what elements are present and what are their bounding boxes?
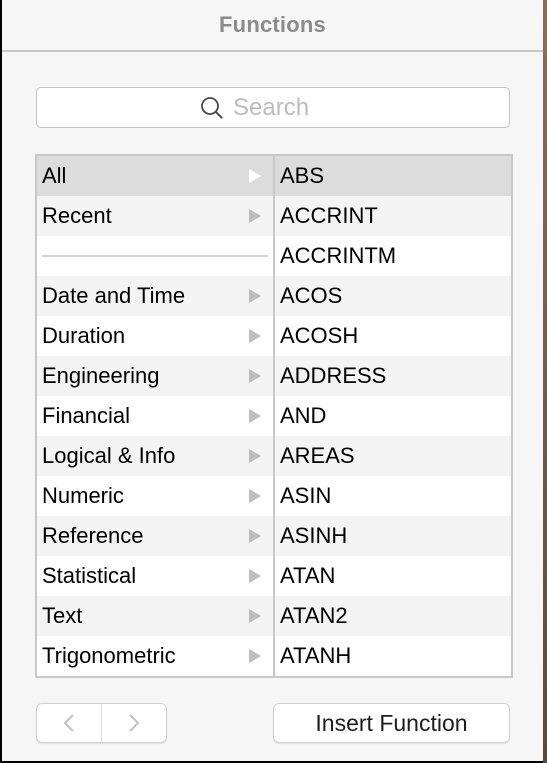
- search-input[interactable]: [233, 93, 333, 122]
- category-label: Numeric: [42, 483, 124, 508]
- history-nav: [36, 703, 167, 743]
- disclosure-arrow-icon: [249, 209, 261, 223]
- disclosure-arrow-icon: [249, 409, 261, 423]
- disclosure-arrow-icon: [249, 289, 261, 303]
- category-item[interactable]: All: [37, 156, 273, 196]
- window-edge: [543, 0, 547, 763]
- disclosure-arrow-icon: [249, 169, 261, 183]
- category-item[interactable]: Reference: [37, 516, 273, 556]
- function-item[interactable]: ADDRESS: [275, 356, 511, 396]
- function-label: ACOS: [280, 283, 343, 308]
- insert-function-button[interactable]: Insert Function: [273, 703, 510, 743]
- chevron-left-icon: [63, 714, 74, 732]
- function-item[interactable]: ATAN: [275, 556, 511, 596]
- function-label: AND: [280, 403, 327, 428]
- chevron-right-icon: [129, 714, 140, 732]
- category-item[interactable]: Duration: [37, 316, 273, 356]
- function-item[interactable]: ASINH: [275, 516, 511, 556]
- function-label: ATANH: [280, 643, 352, 668]
- function-label: ACCRINT: [280, 203, 378, 228]
- function-item[interactable]: ASIN: [275, 476, 511, 516]
- function-item[interactable]: ACOSH: [275, 316, 511, 356]
- disclosure-arrow-icon: [249, 529, 261, 543]
- category-item[interactable]: Date and Time: [37, 276, 273, 316]
- separator-line: [42, 255, 268, 257]
- category-item[interactable]: Engineering: [37, 356, 273, 396]
- disclosure-arrow-icon: [249, 369, 261, 383]
- category-label: Text: [42, 603, 83, 628]
- forward-button[interactable]: [101, 704, 166, 742]
- function-label: ADDRESS: [280, 363, 387, 388]
- function-item[interactable]: ACCRINT: [275, 196, 511, 236]
- back-button[interactable]: [37, 704, 101, 742]
- category-item[interactable]: Numeric: [37, 476, 273, 516]
- function-item[interactable]: ABS: [275, 156, 511, 196]
- category-item[interactable]: Recent: [37, 196, 273, 236]
- category-item[interactable]: Logical & Info: [37, 436, 273, 476]
- disclosure-arrow-icon: [249, 569, 261, 583]
- category-separator: [37, 236, 273, 276]
- category-label: Date and Time: [42, 283, 186, 308]
- category-item[interactable]: Financial: [37, 396, 273, 436]
- function-label: ASIN: [280, 483, 332, 508]
- category-label: Statistical: [42, 563, 137, 588]
- function-label: ABS: [280, 163, 325, 188]
- function-item[interactable]: ATANH: [275, 636, 511, 676]
- function-list[interactable]: ABS ACCRINT ACCRINTM ACOS ACOSH ADDRESS AND ARE…: [275, 156, 511, 676]
- function-item[interactable]: ACCRINTM: [275, 236, 511, 276]
- panel-header: Functions: [2, 0, 543, 52]
- category-label: Recent: [42, 203, 112, 228]
- category-label: All: [42, 163, 67, 188]
- category-item[interactable]: Trigonometric: [37, 636, 273, 676]
- category-label: Trigonometric: [42, 643, 176, 668]
- disclosure-arrow-icon: [249, 329, 261, 343]
- category-item[interactable]: Statistical: [37, 556, 273, 596]
- category-label: Reference: [42, 523, 144, 548]
- category-label: Logical & Info: [42, 443, 176, 468]
- category-item[interactable]: Text: [37, 596, 273, 636]
- function-label: ACOSH: [280, 323, 359, 348]
- search-field[interactable]: [36, 87, 510, 128]
- disclosure-arrow-icon: [249, 649, 261, 663]
- disclosure-arrow-icon: [249, 449, 261, 463]
- disclosure-arrow-icon: [249, 609, 261, 623]
- category-label: Engineering: [42, 363, 160, 388]
- category-list[interactable]: All Recent Date and Time Duration Engineerin…: [37, 156, 275, 676]
- category-label: Financial: [42, 403, 131, 428]
- function-label: ATAN2: [280, 603, 348, 628]
- function-item[interactable]: AND: [275, 396, 511, 436]
- function-item[interactable]: AREAS: [275, 436, 511, 476]
- category-label: Duration: [42, 323, 126, 348]
- disclosure-arrow-icon: [249, 489, 261, 503]
- functions-panel: Functions All Recent Date and Time Duration…: [2, 0, 543, 761]
- function-browser: All Recent Date and Time Duration Engineerin…: [35, 154, 513, 678]
- function-item[interactable]: ATAN2: [275, 596, 511, 636]
- function-label: ASINH: [280, 523, 348, 548]
- function-label: ATAN: [280, 563, 336, 588]
- function-label: AREAS: [280, 443, 355, 468]
- search-icon: [201, 96, 223, 118]
- function-label: ACCRINTM: [280, 243, 397, 268]
- function-item[interactable]: ACOS: [275, 276, 511, 316]
- panel-title: Functions: [219, 12, 326, 37]
